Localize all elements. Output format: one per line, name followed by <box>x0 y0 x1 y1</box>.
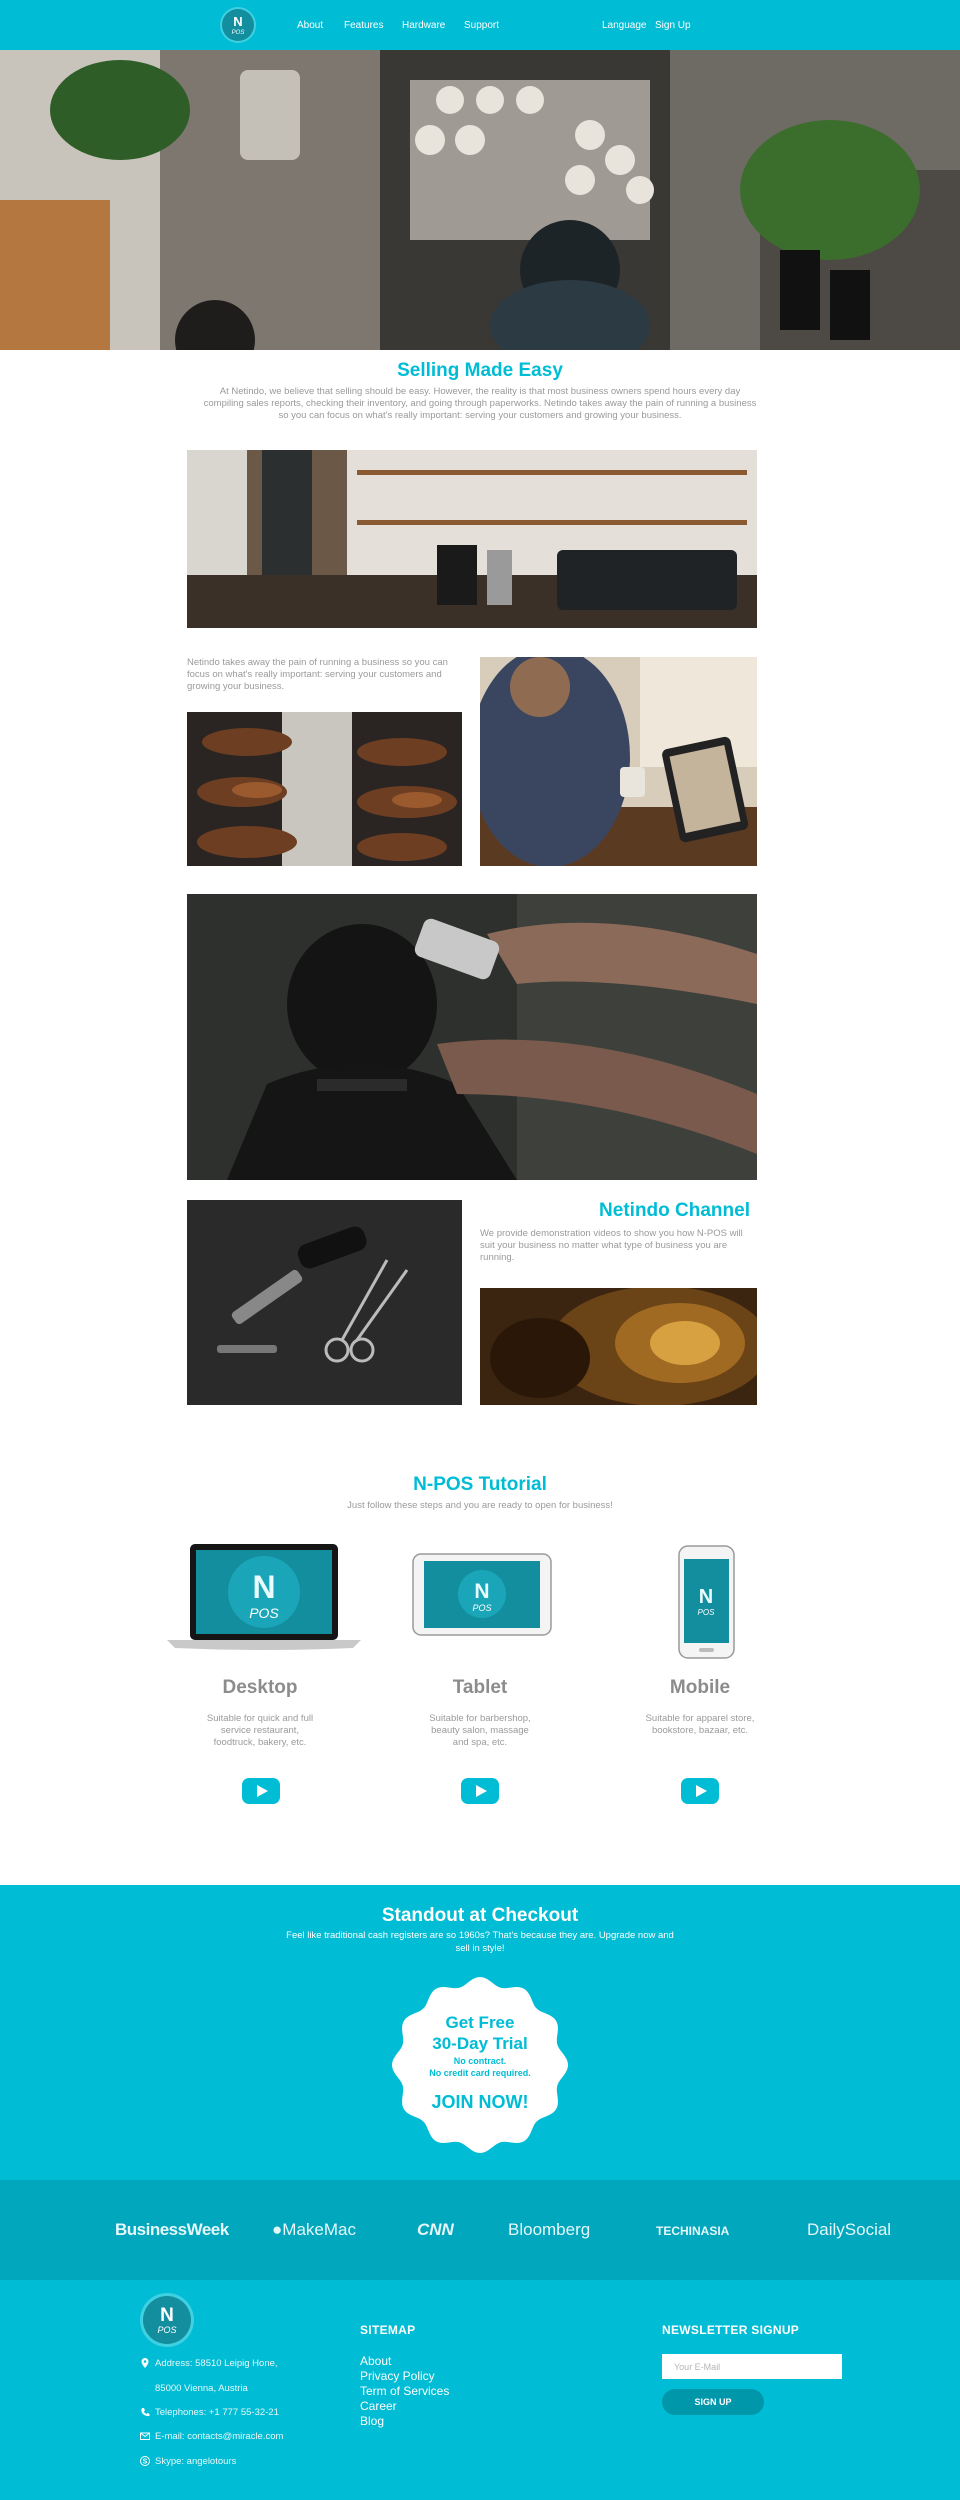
sitemap-title: SITEMAP <box>360 2323 416 2337</box>
checkout-section: Standout at Checkout Feel like tradition… <box>0 1885 960 2180</box>
device-desc-tablet: Suitable for barbershop, beauty salon, m… <box>429 1713 531 1748</box>
footer-address-line1: Address: 58510 Leipig Hone, <box>155 2358 278 2369</box>
barber-tools-image <box>187 1200 462 1405</box>
checkout-text: Feel like traditional cash registers are… <box>286 1930 674 1954</box>
location-pin-icon <box>141 2358 149 2368</box>
join-now-button[interactable]: JOIN NOW! <box>390 2092 570 2113</box>
skype-icon: S <box>140 2456 150 2466</box>
nav-link-hardware[interactable]: Hardware <box>402 20 445 31</box>
desktop-logo-pos: POS <box>249 1605 279 1621</box>
phone-icon <box>141 2408 150 2417</box>
hero-image-coffee-bar <box>0 50 960 350</box>
tutorial-subtitle: Just follow these steps and you are read… <box>347 1500 613 1511</box>
laptop-icon: N POS <box>167 1544 361 1650</box>
mobile-logo-pos: POS <box>698 1608 716 1617</box>
mobile-phone-graphic: N POS <box>678 1545 735 1660</box>
svg-text:S: S <box>143 2459 148 2466</box>
cafe-interior-illustration <box>187 450 757 628</box>
shoes-illustration <box>187 712 462 866</box>
device-title-tablet: Tablet <box>452 1677 508 1698</box>
newsletter-email-input[interactable] <box>662 2354 842 2379</box>
footer-logo-pos: POS <box>157 2325 176 2335</box>
nav-link-signup[interactable]: Sign Up <box>655 20 691 31</box>
barber-illustration <box>187 894 757 1180</box>
sitemap-link-blog[interactable]: Blog <box>360 2414 384 2428</box>
footer-logo-n: N <box>160 2305 174 2326</box>
sitemap-link-about[interactable]: About <box>360 2354 391 2368</box>
gold-gear-image <box>480 1288 757 1405</box>
gold-gear-illustration <box>480 1288 757 1405</box>
tablet-user-illustration <box>480 657 757 866</box>
play-button-tablet[interactable] <box>461 1778 499 1804</box>
logo-makemac-text: MakeMac <box>282 2220 356 2239</box>
footer-logo-mark: N POS <box>157 2305 176 2335</box>
logo-text-n: N <box>233 14 242 29</box>
barber-image <box>187 894 757 1180</box>
hero-illustration <box>0 50 960 350</box>
channel-text: We provide demonstration videos to show … <box>480 1228 743 1263</box>
footer-logo[interactable]: N POS <box>143 2296 191 2344</box>
npos-logo[interactable]: N POS <box>222 9 254 41</box>
logo-makemac: ●MakeMac <box>272 2220 356 2240</box>
badge-no-card: No credit card required. <box>429 2068 531 2078</box>
badge-trial: 30-Day Trial <box>432 2034 528 2053</box>
footer-email[interactable]: E-mail: contacts@miracle.com <box>155 2431 283 2442</box>
tablet-user-image <box>480 657 757 866</box>
nav-link-support[interactable]: Support <box>464 20 499 31</box>
logo-text-pos: POS <box>232 30 245 36</box>
npos-logo-mark: N POS <box>232 14 245 36</box>
tablet-logo-n: N <box>474 1580 489 1603</box>
logo-businessweek: BusinessWeek <box>115 2220 229 2239</box>
footer-skype[interactable]: Skype: angelotours <box>155 2456 236 2467</box>
badge-no-contract: No contract. <box>453 2056 507 2066</box>
nav-link-about[interactable]: About <box>297 20 323 31</box>
play-button-desktop[interactable] <box>242 1778 280 1804</box>
free-trial-badge[interactable]: Get Free 30-Day Trial No contract. No cr… <box>390 1975 570 2155</box>
device-desc-mobile: Suitable for apparel store, bookstore, b… <box>645 1713 755 1736</box>
logo-cnn: CNN <box>417 2220 454 2239</box>
barber-tools-illustration <box>187 1200 462 1405</box>
footer-telephone: Telephones: +1 777 55-32-21 <box>155 2407 279 2418</box>
desktop-logo-n: N <box>252 1569 275 1605</box>
phone-icon: N POS <box>678 1545 735 1659</box>
tutorial-title: N-POS Tutorial <box>413 1474 547 1495</box>
feature-text: Netindo takes away the pain of running a… <box>187 657 448 692</box>
apple-icon: ● <box>272 2220 283 2239</box>
checkout-title: Standout at Checkout <box>381 1905 579 1926</box>
selling-title: Selling Made Easy <box>397 360 563 381</box>
tablet-logo-pos: POS <box>472 1603 491 1613</box>
newsletter-title: NEWSLETTER SIGNUP <box>662 2323 800 2337</box>
footer-address-line2: 85000 Vienna, Austria <box>155 2383 248 2394</box>
tablet-device-graphic: N POS <box>412 1553 552 1636</box>
desktop-laptop-graphic: N POS <box>165 1542 363 1652</box>
logo-dailysocial: DailySocial <box>807 2220 892 2239</box>
newsletter-signup-button[interactable]: SIGN UP <box>662 2389 764 2415</box>
top-nav: N POS About Features Hardware Support La… <box>0 0 960 50</box>
press-logos-strip: BusinessWeek ●MakeMac CNN Bloomberg TECH… <box>0 2180 960 2280</box>
email-icon <box>140 2432 150 2440</box>
device-desc-desktop: Suitable for quick and full service rest… <box>206 1713 314 1748</box>
sitemap-link-terms[interactable]: Term of Services <box>360 2384 449 2398</box>
nav-link-features[interactable]: Features <box>344 20 383 31</box>
shoes-image <box>187 712 462 866</box>
tablet-icon: N POS <box>412 1553 552 1636</box>
sitemap-link-career[interactable]: Career <box>360 2399 397 2413</box>
device-title-mobile: Mobile <box>669 1677 731 1698</box>
logo-bloomberg: Bloomberg <box>508 2220 591 2239</box>
logo-techinasia: TECHINASIA <box>656 2224 730 2238</box>
footer: N POS Address: 58510 Leipig Hone, 85000 … <box>0 2280 960 2500</box>
nav-link-language[interactable]: Language <box>602 20 647 31</box>
cafe-interior-image <box>187 450 757 628</box>
badge-get-free: Get Free <box>445 2013 515 2032</box>
play-button-mobile[interactable] <box>681 1778 719 1804</box>
sitemap-link-privacy[interactable]: Privacy Policy <box>360 2369 435 2383</box>
device-title-desktop: Desktop <box>222 1677 298 1698</box>
channel-title: Netindo Channel <box>599 1200 750 1221</box>
mobile-logo-n: N <box>699 1586 713 1608</box>
selling-text: At Netindo, we believe that selling shou… <box>203 386 757 421</box>
